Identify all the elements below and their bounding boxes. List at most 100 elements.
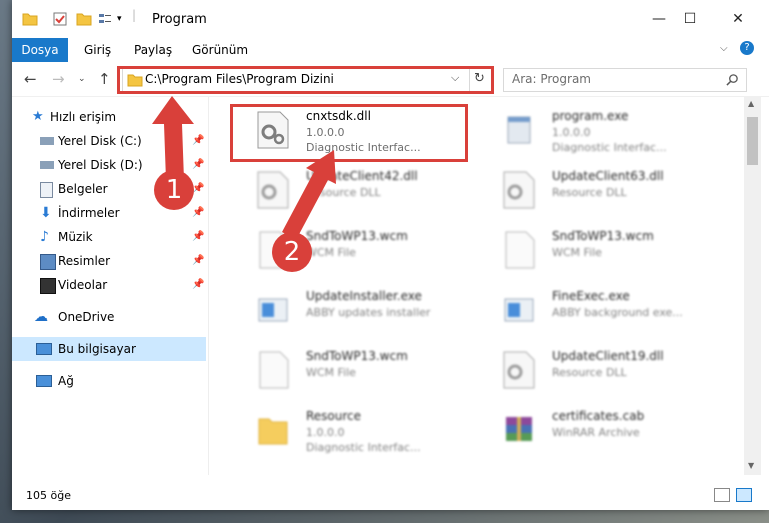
- search-box[interactable]: Ara: Program: [503, 68, 747, 92]
- file-item[interactable]: certificates.cab WinRAR Archive: [480, 401, 720, 457]
- network-icon: [36, 375, 52, 387]
- sidebar-item-videos[interactable]: Videolar 📌: [12, 273, 206, 297]
- customize-quick-access-icon[interactable]: ▾: [117, 14, 133, 30]
- search-icon[interactable]: [726, 73, 739, 86]
- cloud-icon: ☁: [34, 309, 48, 325]
- file-description: Diagnostic Interfac...: [306, 441, 421, 454]
- view-icon[interactable]: [98, 11, 114, 27]
- file-name: FineExec.exe: [552, 289, 630, 303]
- file-version: 1.0.0.0: [552, 126, 591, 139]
- tab-share[interactable]: Paylaş: [134, 38, 172, 62]
- file-item[interactable]: program.exe 1.0.0.0 Diagnostic Interfac.…: [480, 101, 720, 157]
- sidebar-item-onedrive[interactable]: ☁ OneDrive: [12, 305, 206, 329]
- pin-icon[interactable]: 📌: [192, 249, 204, 273]
- details-view-icon[interactable]: [714, 488, 730, 502]
- new-folder-icon[interactable]: [76, 11, 92, 27]
- blank-file-icon: [259, 351, 289, 389]
- file-name: SndToWP13.wcm: [306, 229, 408, 243]
- up-arrow-icon[interactable]: ↑: [98, 70, 111, 88]
- star-icon: ★: [32, 109, 44, 124]
- sidebar-item-pictures[interactable]: Resimler 📌: [12, 249, 206, 273]
- file-name: UpdateClient63.dll: [552, 169, 664, 183]
- forward-arrow-icon[interactable]: →: [52, 70, 65, 88]
- sidebar-item-drive-c[interactable]: Yerel Disk (C:) 📌: [12, 129, 206, 153]
- help-icon[interactable]: ?: [740, 41, 754, 55]
- properties-icon[interactable]: [52, 11, 68, 27]
- file-item[interactable]: UpdateClient42.dll Resource DLL: [234, 161, 474, 217]
- file-item[interactable]: SndToWP13.wcm WCM File: [234, 221, 474, 277]
- file-type: Resource DLL: [552, 366, 627, 379]
- expand-ribbon-icon[interactable]: ⌵: [720, 43, 728, 54]
- file-highlight-box: [230, 104, 468, 162]
- file-item[interactable]: SndToWP13.wcm WCM File: [234, 341, 474, 397]
- status-bar: 105 öğe: [12, 482, 769, 510]
- vertical-scrollbar[interactable]: ▲ ▼: [744, 97, 761, 475]
- file-item[interactable]: UpdateClient63.dll Resource DLL: [480, 161, 720, 217]
- file-name: program.exe: [552, 109, 629, 123]
- pictures-icon: [40, 254, 56, 270]
- dll-file-icon: [503, 171, 535, 209]
- file-item[interactable]: Resource 1.0.0.0 Diagnostic Interfac...: [234, 401, 474, 457]
- exe-file-icon: [507, 116, 531, 144]
- dll-file-icon: [257, 171, 289, 209]
- pin-icon[interactable]: 📌: [192, 153, 204, 177]
- tab-home[interactable]: Giriş: [84, 38, 111, 62]
- file-type: WCM File: [306, 246, 356, 259]
- music-icon: ♪: [40, 229, 49, 245]
- file-type: WinRAR Archive: [552, 426, 640, 439]
- close-button[interactable]: ✕: [724, 8, 752, 30]
- drive-icon: [40, 161, 54, 169]
- sidebar-item-quick-access[interactable]: ★ Hızlı erişim: [12, 105, 206, 129]
- file-name: SndToWP13.wcm: [552, 229, 654, 243]
- sidebar-item-music[interactable]: ♪ Müzik 📌: [12, 225, 206, 249]
- pane-splitter[interactable]: [208, 97, 209, 475]
- exe-file-icon: [504, 298, 534, 322]
- address-highlight-box: [117, 66, 494, 94]
- pin-icon[interactable]: 📌: [192, 201, 204, 225]
- drive-icon: [40, 137, 54, 145]
- folder-icon: [22, 13, 38, 26]
- tab-view[interactable]: Görünüm: [192, 38, 248, 62]
- scroll-down-icon[interactable]: ▼: [748, 461, 754, 470]
- tab-file[interactable]: Dosya: [12, 38, 68, 62]
- file-item[interactable]: UpdateInstaller.exe ABBY updates install…: [234, 281, 474, 337]
- file-description: ABBY updates installer: [306, 306, 431, 319]
- file-name: UpdateInstaller.exe: [306, 289, 422, 303]
- file-description: Diagnostic Interfac...: [552, 141, 667, 154]
- step-2-badge: 2: [272, 232, 312, 272]
- file-name: UpdateClient19.dll: [552, 349, 664, 363]
- minimize-button[interactable]: —: [645, 8, 673, 30]
- file-name: Resource: [306, 409, 362, 423]
- folder-icon: [258, 418, 288, 445]
- pin-icon[interactable]: 📌: [192, 129, 204, 153]
- archive-file-icon: [506, 417, 532, 441]
- scroll-up-icon[interactable]: ▲: [748, 99, 754, 108]
- large-icons-view-icon[interactable]: [736, 488, 752, 502]
- ribbon-tabs: Dosya Giriş Paylaş Görünüm ⌵ ?: [12, 38, 769, 62]
- file-item[interactable]: SndToWP13.wcm WCM File: [480, 221, 720, 277]
- video-icon: [40, 278, 56, 294]
- file-description: ABBY background exe...: [552, 306, 683, 319]
- navigation-pane: ★ Hızlı erişim Yerel Disk (C:) 📌 Yerel D…: [12, 97, 208, 452]
- file-name: UpdateClient42.dll: [306, 169, 418, 183]
- file-type: WCM File: [552, 246, 602, 259]
- blank-file-icon: [505, 231, 535, 269]
- title-separator: |: [132, 8, 137, 22]
- maximize-button[interactable]: ☐: [676, 8, 704, 30]
- sidebar-item-network[interactable]: Ağ: [12, 369, 206, 393]
- computer-icon: [36, 343, 52, 355]
- title-bar: ▾ | Program — ☐ ✕: [12, 0, 769, 38]
- download-icon: ⬇: [40, 205, 52, 221]
- recent-locations-icon[interactable]: ⌄: [78, 74, 86, 84]
- back-arrow-icon[interactable]: ←: [24, 70, 37, 88]
- pin-icon[interactable]: 📌: [192, 273, 204, 297]
- documents-icon: [40, 182, 53, 198]
- pin-icon[interactable]: 📌: [192, 225, 204, 249]
- scrollbar-thumb[interactable]: [747, 117, 758, 165]
- file-name: certificates.cab: [552, 409, 645, 423]
- file-version: 1.0.0.0: [306, 426, 345, 439]
- sidebar-item-this-pc[interactable]: Bu bilgisayar: [12, 337, 206, 361]
- file-item[interactable]: FineExec.exe ABBY background exe...: [480, 281, 720, 337]
- exe-file-icon: [258, 298, 288, 322]
- file-item[interactable]: UpdateClient19.dll Resource DLL: [480, 341, 720, 397]
